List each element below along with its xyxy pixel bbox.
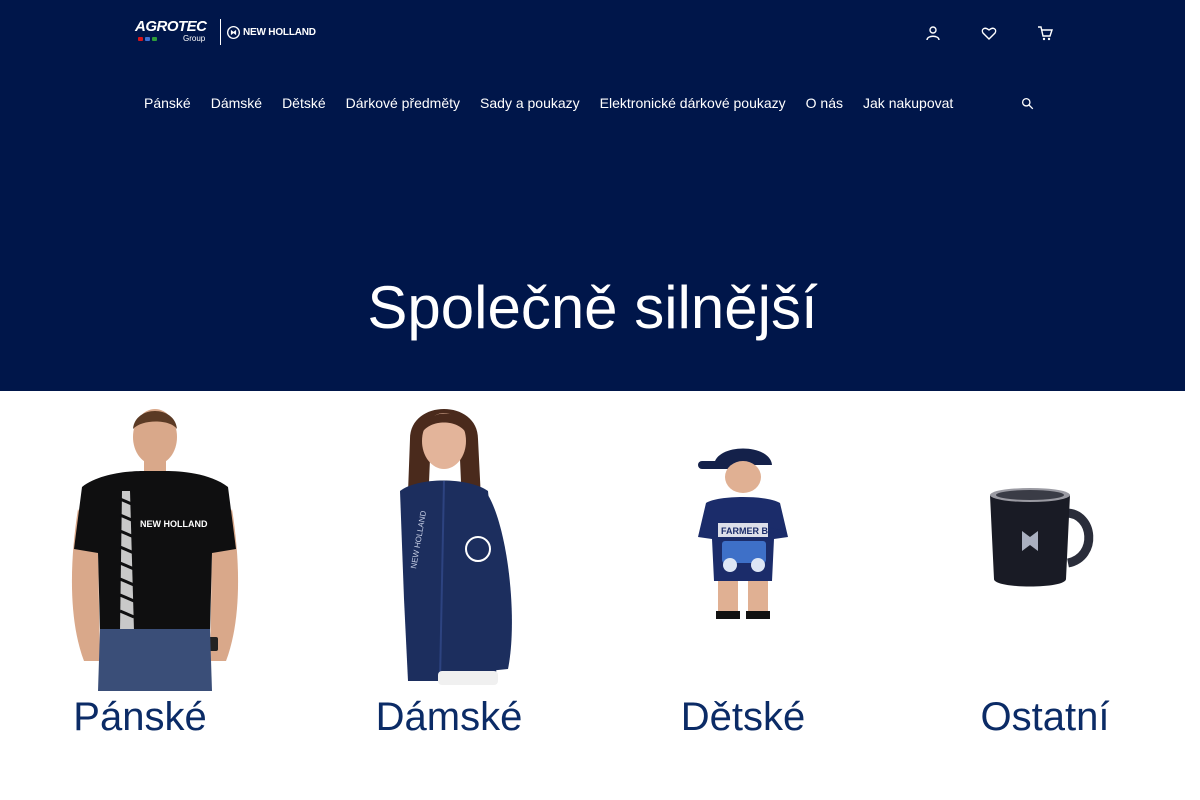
account-button[interactable] xyxy=(922,22,944,44)
new-holland-logo: NEW HOLLAND xyxy=(227,25,316,39)
search-button[interactable] xyxy=(1017,93,1037,113)
svg-text:FARMER BOY: FARMER BOY xyxy=(721,526,781,536)
mug-image xyxy=(990,488,1094,587)
nav-item-jak-nakupovat[interactable]: Jak nakupovat xyxy=(853,93,963,113)
category-label-detske: Dětské xyxy=(680,695,806,739)
hero-title: Společně silnější xyxy=(367,274,818,342)
agrotec-group-label: Group xyxy=(183,34,206,43)
nav-item-damske[interactable]: Dámské xyxy=(201,93,272,113)
flags xyxy=(138,37,157,41)
category-card-ostatni[interactable]: Ostatní xyxy=(950,391,1140,751)
woman-in-jacket-image: NEW HOLLAND xyxy=(400,409,512,685)
new-holland-leaf-icon xyxy=(227,25,240,39)
child-in-cap-image: FARMER BOY xyxy=(698,448,788,619)
cart-icon xyxy=(1038,26,1053,41)
user-icon xyxy=(926,26,940,41)
nav-item-elektronicke-poukazy[interactable]: Elektronické dárkové poukazy xyxy=(590,93,796,113)
heart-icon xyxy=(981,27,997,40)
new-holland-wordmark: NEW HOLLAND xyxy=(243,26,316,38)
man-in-t-shirt-image: NEW HOLLAND xyxy=(71,409,239,691)
scrollbar[interactable] xyxy=(1185,0,1200,800)
category-label-damske: Dámské xyxy=(375,695,523,739)
flag-hu xyxy=(152,37,157,41)
category-grid: NEW HOLLAND Pánské NEW HOLLAND Dámské FA… xyxy=(0,391,1185,800)
svg-text:NEW HOLLAND: NEW HOLLAND xyxy=(140,519,208,529)
nav-item-sady-a-poukazy[interactable]: Sady a poukazy xyxy=(470,93,590,113)
category-label-panske: Pánské xyxy=(73,695,207,739)
nav-item-panske[interactable]: Pánské xyxy=(134,93,201,113)
nav-item-darkove-predmety[interactable]: Dárkové předměty xyxy=(336,93,470,113)
flag-sk xyxy=(145,37,150,41)
agrotec-wordmark: AGROTEC xyxy=(135,18,207,35)
agrotec-logo: AGROTEC Group xyxy=(135,19,213,45)
logo-divider xyxy=(220,19,221,45)
nav-item-o-nas[interactable]: O nás xyxy=(796,93,853,113)
category-card-panske[interactable]: NEW HOLLAND Pánské xyxy=(40,391,270,751)
category-label-ostatni: Ostatní xyxy=(980,695,1110,739)
category-card-detske[interactable]: FARMER BOY Dětské xyxy=(660,391,830,751)
search-icon xyxy=(1021,97,1033,109)
main-navigation: Pánské Dámské Dětské Dárkové předměty Sa… xyxy=(134,92,963,114)
nav-item-detske[interactable]: Dětské xyxy=(272,93,336,113)
wishlist-button[interactable] xyxy=(978,22,1000,44)
cart-button[interactable] xyxy=(1034,22,1056,44)
flag-cz xyxy=(138,37,143,41)
category-card-damske[interactable]: NEW HOLLAND Dámské xyxy=(340,391,570,751)
site-logo[interactable]: AGROTEC Group NEW HOLLAND xyxy=(135,19,316,45)
